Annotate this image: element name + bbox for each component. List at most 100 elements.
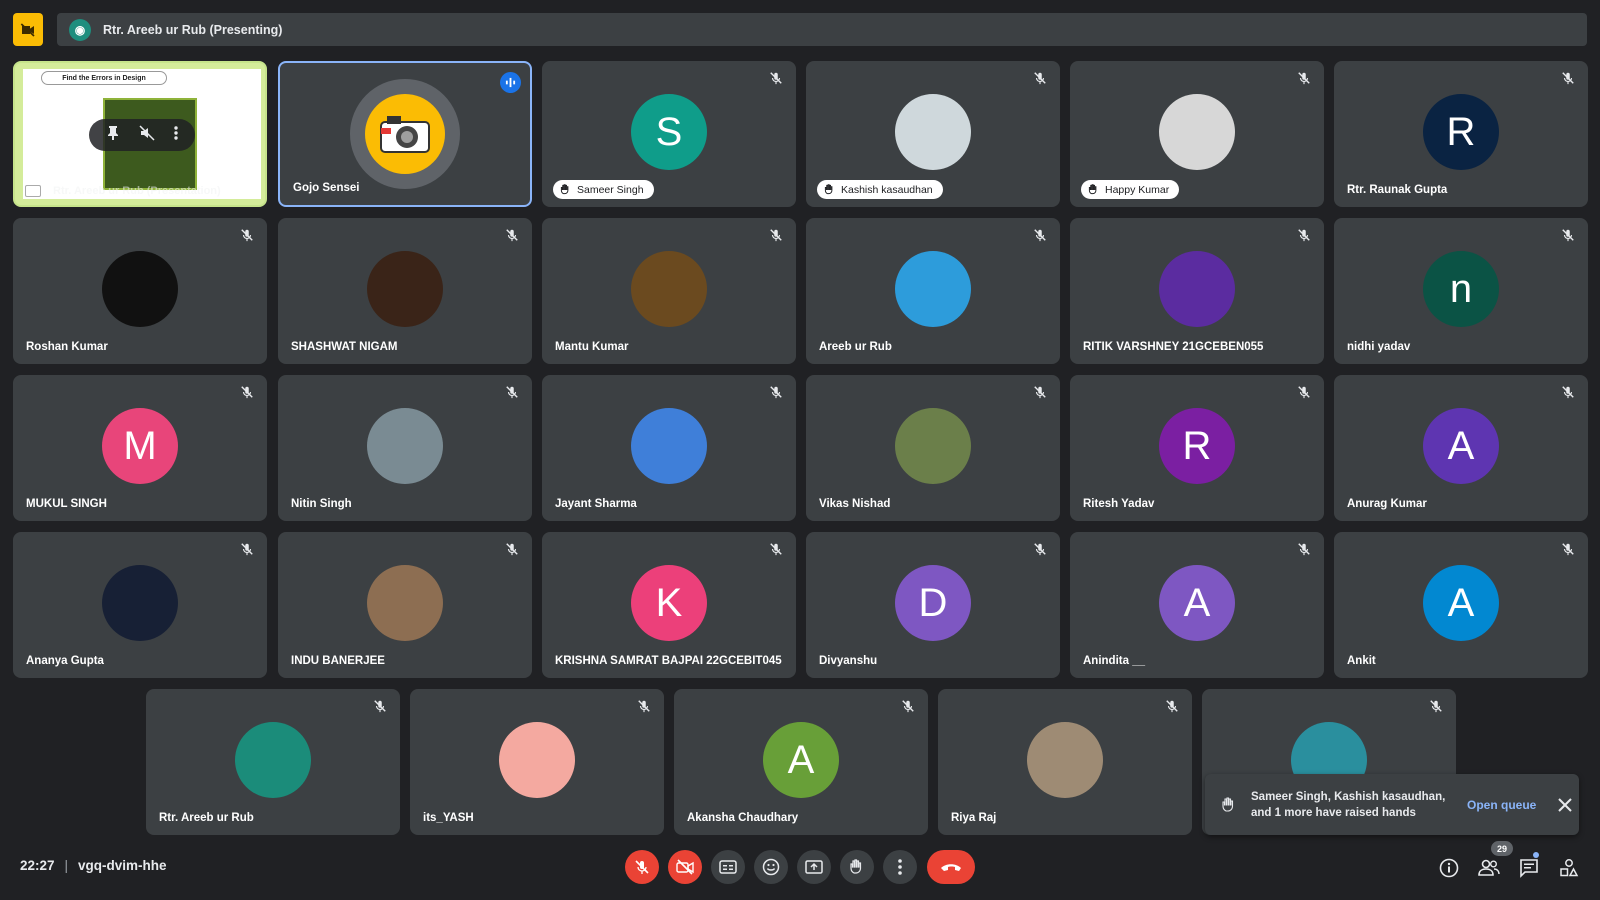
mic-off-icon: [1165, 699, 1181, 715]
present-screen-button[interactable]: [797, 850, 831, 884]
mic-off-icon: [1297, 71, 1313, 87]
participant-tile[interactable]: A Akansha Chaudhary: [674, 689, 928, 835]
presenting-bar[interactable]: ◉ Rtr. Areeb ur Rub (Presenting): [57, 13, 1587, 46]
participant-tile[interactable]: Kashish kasaudhan: [806, 61, 1060, 207]
raise-hand-button[interactable]: [840, 850, 874, 884]
participant-tile[interactable]: Riya Raj: [938, 689, 1192, 835]
participant-tile[interactable]: INDU BANERJEE: [278, 532, 532, 678]
participant-tile[interactable]: its_YASH: [410, 689, 664, 835]
participant-tile[interactable]: M MUKUL SINGH: [13, 375, 267, 521]
presentation-tile[interactable]: Find the Errors in Design Rtr. Areeb ur …: [13, 61, 267, 207]
clock: 22:27: [20, 858, 55, 873]
mic-off-icon: [1561, 228, 1577, 244]
more-vert-icon: [898, 859, 902, 875]
participant-tile[interactable]: SHASHWAT NIGAM: [278, 218, 532, 364]
mic-off-icon: [240, 228, 256, 244]
avatar: [1159, 251, 1235, 327]
chat-button[interactable]: [1518, 857, 1540, 879]
mic-off-icon: [635, 860, 649, 874]
participant-tile[interactable]: S Sameer Singh: [542, 61, 796, 207]
leave-call-button[interactable]: [927, 850, 975, 884]
participant-tile[interactable]: RITIK VARSHNEY 21GCEBEN055: [1070, 218, 1324, 364]
mic-off-icon: [505, 542, 521, 558]
participant-tile-gojo[interactable]: Gojo Sensei: [278, 61, 532, 207]
participant-name: Jayant Sharma: [555, 498, 637, 510]
participant-tile[interactable]: D Divyanshu: [806, 532, 1060, 678]
reactions-button[interactable]: [754, 850, 788, 884]
open-queue-button[interactable]: Open queue: [1467, 798, 1536, 812]
camera-toggle-button[interactable]: [668, 850, 702, 884]
avatar: [367, 408, 443, 484]
camera-off-notice-icon[interactable]: [13, 13, 43, 46]
mic-off-icon: [637, 699, 653, 715]
participant-tile[interactable]: Happy Kumar: [1070, 61, 1324, 207]
participant-name: Happy Kumar: [1105, 183, 1170, 196]
participant-name: Anurag Kumar: [1347, 498, 1427, 510]
chat-icon: [1520, 859, 1538, 878]
activities-button[interactable]: [1558, 857, 1580, 879]
emoji-icon: [762, 858, 780, 876]
participant-tile[interactable]: K KRISHNA SAMRAT BAJPAI 22GCEBIT045: [542, 532, 796, 678]
participant-name: nidhi yadav: [1347, 341, 1411, 353]
close-icon[interactable]: [1556, 796, 1574, 814]
participant-name: Divyanshu: [819, 655, 878, 667]
participant-tile[interactable]: Nitin Singh: [278, 375, 532, 521]
raised-hand-icon: [824, 184, 835, 195]
participant-tile[interactable]: Roshan Kumar: [13, 218, 267, 364]
speaking-indicator-icon: [500, 72, 521, 93]
tile-controls[interactable]: [89, 119, 195, 151]
participant-tile[interactable]: Jayant Sharma: [542, 375, 796, 521]
avatar: A: [1423, 565, 1499, 641]
more-options-button[interactable]: [883, 850, 917, 884]
mute-volume-icon[interactable]: [139, 124, 155, 146]
participant-tile[interactable]: Ananya Gupta: [13, 532, 267, 678]
people-icon: [1478, 859, 1500, 876]
avatar: A: [1423, 408, 1499, 484]
participant-tile[interactable]: R Rtr. Raunak Gupta: [1334, 61, 1588, 207]
participant-name: Ananya Gupta: [26, 655, 104, 667]
mic-off-icon: [1033, 542, 1049, 558]
avatar: [365, 94, 445, 174]
avatar: R: [1159, 408, 1235, 484]
info-icon: [1439, 858, 1459, 878]
volume-off-icon: [235, 73, 255, 93]
participant-tile[interactable]: Vikas Nishad: [806, 375, 1060, 521]
mic-off-icon: [505, 228, 521, 244]
mic-off-icon: [1561, 542, 1577, 558]
mic-off-icon: [1297, 542, 1313, 558]
participant-tile[interactable]: Areeb ur Rub: [806, 218, 1060, 364]
mic-off-icon: [1033, 71, 1049, 87]
participant-name: Rtr. Raunak Gupta: [1347, 184, 1448, 196]
pin-icon[interactable]: [106, 125, 120, 146]
mic-toggle-button[interactable]: [625, 850, 659, 884]
participant-tile[interactable]: A Ankit: [1334, 532, 1588, 678]
avatar: [631, 408, 707, 484]
avatar: K: [631, 565, 707, 641]
mic-off-icon: [769, 228, 785, 244]
participant-tile[interactable]: Rtr. Areeb ur Rub: [146, 689, 400, 835]
mic-off-icon: [1033, 385, 1049, 401]
participant-name: its_YASH: [423, 812, 474, 824]
meeting-details-button[interactable]: [1438, 857, 1460, 879]
meeting-code: vgq-dvim-hhe: [78, 858, 167, 873]
presenting-text: Rtr. Areeb ur Rub (Presenting): [103, 22, 283, 37]
raised-hand-icon: [560, 184, 571, 195]
present-icon: [805, 860, 823, 874]
participant-tile[interactable]: Mantu Kumar: [542, 218, 796, 364]
mic-off-icon: [240, 385, 256, 401]
mic-off-icon: [1561, 385, 1577, 401]
mic-off-icon: [373, 699, 389, 715]
separator: |: [64, 858, 69, 873]
participant-tile[interactable]: A Anindita __: [1070, 532, 1324, 678]
participant-name: Nitin Singh: [291, 498, 352, 510]
participant-name: Anindita __: [1083, 655, 1145, 667]
camera-off-icon: [676, 859, 694, 875]
captions-button[interactable]: [711, 850, 745, 884]
hang-up-icon: [941, 864, 961, 871]
more-options-icon[interactable]: [173, 125, 178, 145]
people-button[interactable]: [1478, 857, 1500, 879]
mic-off-icon: [769, 71, 785, 87]
participant-tile[interactable]: R Ritesh Yadav: [1070, 375, 1324, 521]
participant-tile[interactable]: A Anurag Kumar: [1334, 375, 1588, 521]
participant-tile[interactable]: n nidhi yadav: [1334, 218, 1588, 364]
